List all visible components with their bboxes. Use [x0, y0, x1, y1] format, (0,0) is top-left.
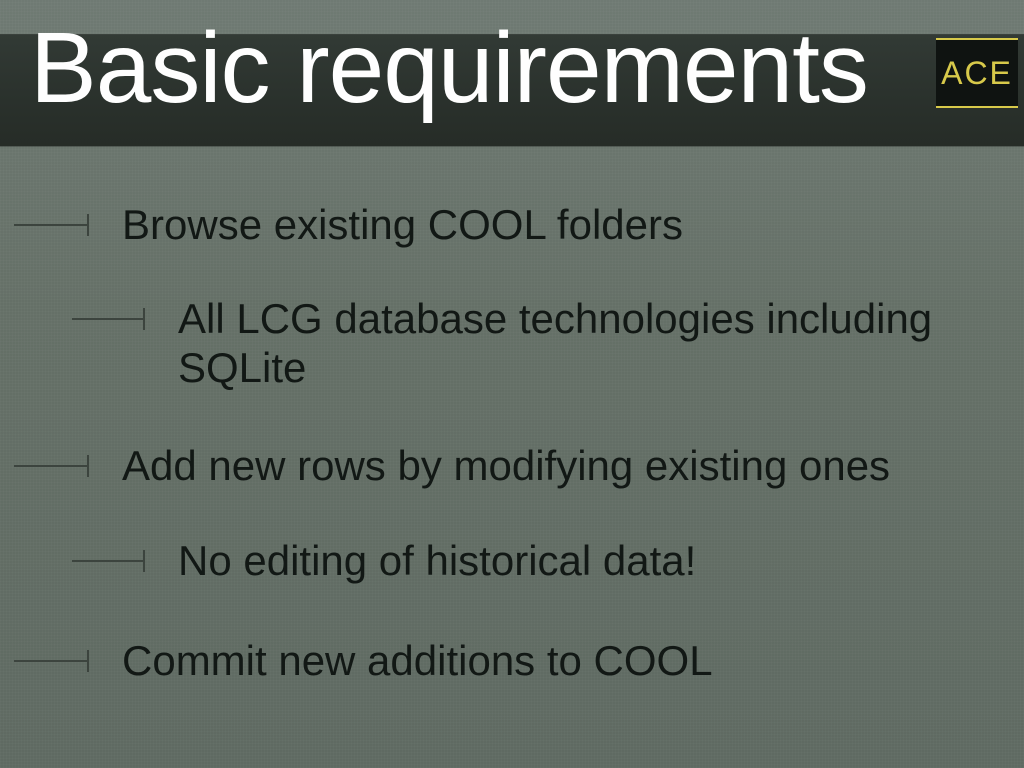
bullet-level1: Add new rows by modifying existing ones: [0, 441, 1024, 491]
ace-badge-label: ACE: [941, 55, 1013, 92]
slide-title: Basic requirements: [30, 18, 868, 118]
bullet-marker-icon: [14, 455, 88, 479]
bullet-marker-icon: [14, 650, 88, 674]
ace-badge: ACE: [936, 38, 1018, 108]
bullet-level1: Commit new additions to COOL: [0, 636, 1024, 686]
slide-body: Browse existing COOL folders All LCG dat…: [0, 200, 1024, 685]
bullet-level2: All LCG database technologies including …: [0, 294, 1024, 393]
bullet-text: No editing of historical data!: [178, 537, 696, 584]
bullet-marker-icon: [72, 308, 144, 332]
bullet-marker-icon: [72, 550, 144, 574]
bullet-text: All LCG database technologies including …: [178, 295, 932, 392]
bullet-text: Commit new additions to COOL: [122, 637, 713, 684]
bullet-level1: Browse existing COOL folders: [0, 200, 1024, 250]
bullet-marker-icon: [14, 214, 88, 238]
bullet-level2: No editing of historical data!: [0, 536, 1024, 586]
bullet-text: Browse existing COOL folders: [122, 201, 683, 248]
bullet-text: Add new rows by modifying existing ones: [122, 442, 890, 489]
